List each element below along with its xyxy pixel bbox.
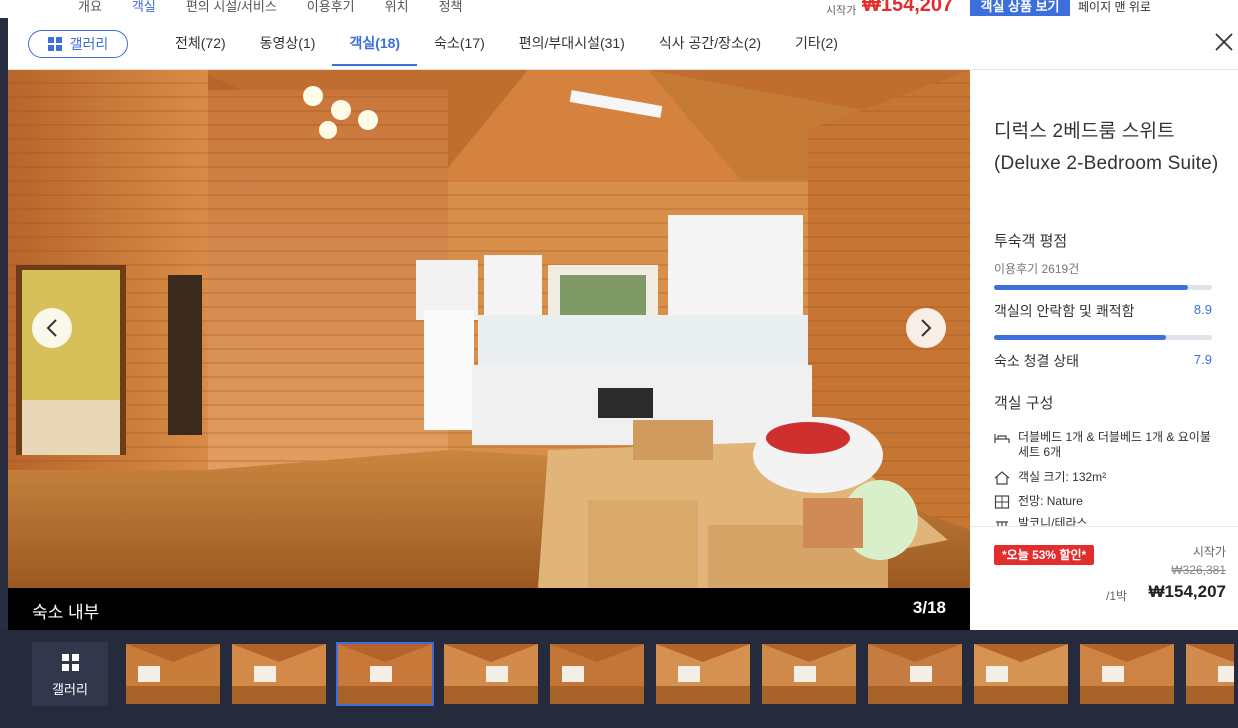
thumbnail-10[interactable] [1080,644,1174,704]
bg-nav-reviews[interactable]: 이용후기 [307,0,355,15]
tab-facilities[interactable]: 편의/부대시설(31) [502,18,642,70]
bg-nav-location[interactable]: 위치 [385,0,409,15]
thumbnail-11[interactable] [1186,644,1234,704]
rating-bar-cleanliness [994,335,1212,340]
thumbnail-4[interactable] [444,644,538,704]
thumbnail-5[interactable] [550,644,644,704]
bg-nav-overview[interactable]: 개요 [78,0,102,15]
chevron-right-icon [921,319,932,337]
close-icon[interactable] [1212,30,1236,54]
rating-bar-comfort-fill [994,285,1189,290]
tab-video[interactable]: 동영상(1) [243,18,333,70]
bg-back-to-top-link[interactable]: 페이지 맨 위로 [1078,0,1151,15]
tab-property[interactable]: 숙소(17) [417,18,502,70]
amenity-view: 전망: Nature [994,494,1218,510]
rating-score-comfort: 8.9 [1193,302,1212,317]
background-page-header: 개요 객실 편의 시설/서비스 이용후기 위치 정책 시작가 ₩154,207 … [0,0,1238,18]
review-count: 이용후기 2619건 [994,262,1080,276]
deal-badge: *오늘 53% 할인* [994,545,1095,565]
thumbnail-filmstrip: 갤러리 [0,630,1238,728]
tab-other[interactable]: 기타(2) [778,18,855,70]
chevron-left-icon [46,319,57,337]
rating-bar-comfort [994,285,1212,290]
house-icon [994,471,1010,485]
previous-photo-button[interactable] [32,308,72,348]
thumbnail-8[interactable] [868,644,962,704]
bg-nav-policy[interactable]: 정책 [439,0,463,15]
tab-dining[interactable]: 식사 공간/장소(2) [642,18,778,70]
thumbnail-7[interactable] [762,644,856,704]
tab-all[interactable]: 전체(72) [158,18,243,70]
original-price: ₩326,381 [1171,563,1226,577]
composition-title: 객실 구성 [994,395,1054,412]
bg-nav-amenities[interactable]: 편의 시설/서비스 [186,0,277,15]
bg-nav-rooms[interactable]: 객실 [132,0,156,15]
photo-caption-bar: 숙소 내부 3/18 [8,588,970,630]
rating-label-comfort: 객실의 안락함 및 쾌적함 [994,303,1135,319]
gallery-button-label: 갤러리 [69,36,109,52]
price-box: *오늘 53% 할인* 시작가 ₩326,381 /1박 ₩154,207 [970,526,1238,630]
filmstrip-gallery-button[interactable]: 갤러리 [32,642,108,706]
photo-caption: 숙소 내부 [32,603,100,622]
thumbnail-2[interactable] [232,644,326,704]
category-tabbar: 갤러리 전체(72) 동영상(1) 객실(18) 숙소(17) 편의/부대시설(… [8,18,1238,70]
thumbnail-9[interactable] [974,644,1068,704]
bed-icon [994,434,1010,443]
photo-counter: 3/18 [912,598,946,617]
thumbnail-1[interactable] [126,644,220,704]
rating-label-cleanliness: 숙소 청결 상태 [994,353,1080,369]
per-night-label: /1박 [1106,589,1128,603]
room-name: 디럭스 2베드룸 스위트 (Deluxe 2-Bedroom Suite) [994,121,1219,174]
bg-price: ₩154,207 [862,0,954,16]
gallery-button[interactable]: 갤러리 [28,30,128,58]
rating-score-cleanliness: 7.9 [1193,352,1212,367]
photo-gallery-modal: 갤러리 전체(72) 동영상(1) 객실(18) 숙소(17) 편의/부대시설(… [8,18,1238,630]
background-nav: 개요 객실 편의 시설/서비스 이용후기 위치 정책 [78,0,462,15]
next-photo-button[interactable] [906,308,946,348]
final-price: ₩154,207 [1148,582,1227,601]
grid-icon [47,37,62,51]
bg-price-label: 시작가 [826,5,857,17]
view-icon [994,495,1010,509]
grid-icon [61,654,79,671]
tab-rooms[interactable]: 객실(18) [332,18,417,70]
main-room-photo [8,70,970,588]
rating-bar-cleanliness-fill [994,335,1167,340]
filmstrip-gallery-label: 갤러리 [52,682,88,697]
thumbnail-3[interactable] [336,642,434,706]
price-from-label: 시작가 [1192,545,1226,559]
thumbnail-6[interactable] [656,644,750,704]
rating-title: 투숙객 평점 [994,233,1068,250]
amenity-beds: 더블베드 1개 & 더블베드 1개 & 요이불 세트 6개 [994,430,1218,460]
amenity-size: 객실 크기: 132m² [994,470,1218,486]
bg-view-rooms-button[interactable]: 객실 상품 보기 [970,0,1070,16]
category-tabs: 전체(72) 동영상(1) 객실(18) 숙소(17) 편의/부대시설(31) … [158,18,855,70]
